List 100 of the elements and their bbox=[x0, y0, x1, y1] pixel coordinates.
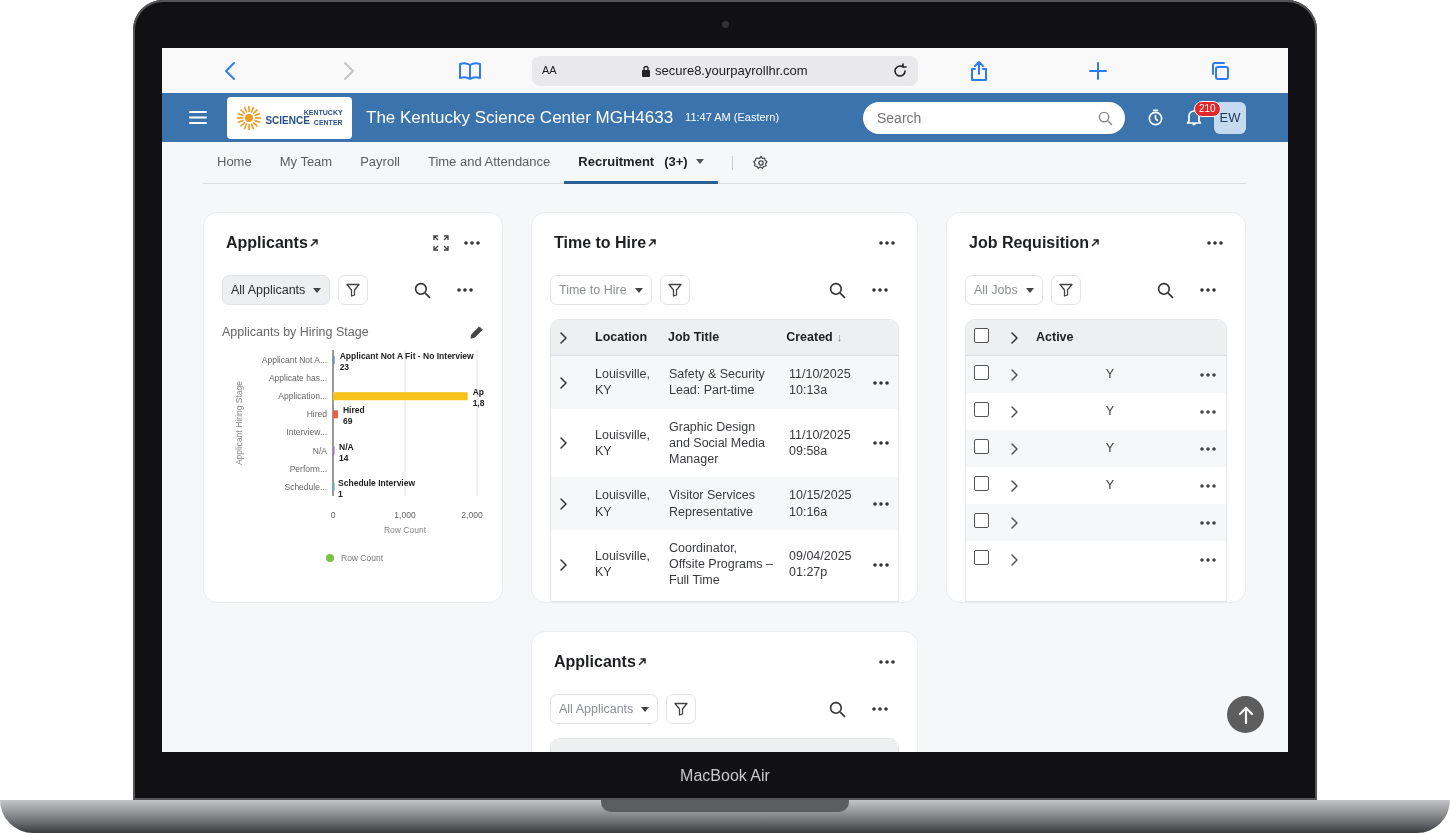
table-cell: Louisville, KY bbox=[595, 427, 650, 458]
widget-title[interactable]: Time to Hire bbox=[550, 231, 657, 255]
back-icon[interactable] bbox=[224, 60, 236, 81]
filter-button[interactable] bbox=[666, 694, 697, 724]
settings-icon[interactable] bbox=[752, 154, 769, 171]
expand-icon[interactable] bbox=[559, 498, 567, 511]
reload-icon[interactable] bbox=[892, 62, 908, 79]
more-icon[interactable] bbox=[879, 241, 895, 245]
more-icon[interactable] bbox=[464, 241, 480, 245]
search-icon[interactable] bbox=[829, 700, 846, 718]
nav-tab[interactable]: Time and Attendance bbox=[413, 142, 565, 184]
expand-icon[interactable] bbox=[1010, 406, 1018, 419]
expand-icon[interactable] bbox=[559, 332, 567, 345]
checkbox[interactable] bbox=[974, 327, 989, 343]
nav-tab[interactable]: My Team bbox=[265, 142, 347, 184]
more-icon[interactable] bbox=[1200, 288, 1216, 292]
axis-tick-label: Applicant Not A... bbox=[261, 354, 327, 365]
scroll-top-button[interactable] bbox=[1227, 696, 1264, 733]
more-icon[interactable] bbox=[873, 502, 889, 507]
expand-icon[interactable] bbox=[432, 234, 450, 252]
data-label: 69 bbox=[342, 416, 353, 427]
plus-icon[interactable] bbox=[1089, 61, 1107, 80]
more-icon[interactable] bbox=[1200, 410, 1216, 415]
more-icon[interactable] bbox=[872, 288, 888, 292]
more-icon[interactable] bbox=[872, 707, 888, 711]
app-title: The Kentucky Science Center MGH4633 bbox=[366, 106, 674, 129]
expand-icon[interactable] bbox=[1010, 369, 1018, 382]
filter-dropdown[interactable]: All Applicants bbox=[222, 275, 331, 305]
menu-icon[interactable] bbox=[189, 110, 207, 125]
column-header[interactable]: Location bbox=[595, 329, 648, 346]
checkbox[interactable] bbox=[974, 401, 989, 417]
more-icon[interactable] bbox=[1207, 241, 1223, 245]
widget-title[interactable]: Job Requisition bbox=[965, 231, 1099, 255]
axis-tick-label: Schedule... bbox=[284, 481, 327, 492]
data-label: Applicant Not A Fit - No Interview bbox=[339, 350, 474, 361]
expand-icon[interactable] bbox=[1010, 554, 1018, 567]
more-icon[interactable] bbox=[1200, 447, 1216, 452]
filter-button[interactable] bbox=[338, 275, 369, 305]
expand-icon[interactable] bbox=[1010, 480, 1018, 493]
table-cell: Louisville, KY bbox=[595, 548, 650, 580]
more-icon[interactable] bbox=[1200, 373, 1216, 378]
chart-subtitle: Applicants by Hiring Stage bbox=[222, 324, 369, 341]
device-label: MacBook Air bbox=[680, 766, 770, 786]
timer-icon[interactable] bbox=[1147, 109, 1164, 126]
tabs-icon[interactable] bbox=[1210, 60, 1230, 81]
address-bar[interactable]: AA secure8.yourpayrollhr.com bbox=[532, 55, 918, 86]
expand-icon[interactable] bbox=[559, 376, 567, 389]
table-cell: Louisville, KY bbox=[595, 367, 650, 398]
more-icon[interactable] bbox=[873, 380, 889, 385]
nav-tab[interactable]: Recruitment (3+) bbox=[564, 142, 718, 184]
widget-title[interactable]: Applicants bbox=[550, 650, 646, 674]
nav-tab[interactable]: Home bbox=[203, 142, 266, 184]
more-icon[interactable] bbox=[879, 660, 895, 664]
axis-tick-label: Interview... bbox=[286, 427, 327, 438]
axis-tick-label: 2,000 bbox=[461, 509, 483, 520]
caret-icon bbox=[641, 706, 650, 712]
checkbox[interactable] bbox=[974, 475, 989, 491]
book-icon[interactable] bbox=[458, 60, 482, 81]
column-header[interactable]: Job Title bbox=[668, 329, 720, 346]
column-header[interactable]: Active bbox=[1036, 329, 1074, 346]
search-icon[interactable] bbox=[1157, 281, 1174, 299]
search-icon[interactable] bbox=[414, 281, 431, 299]
share-icon[interactable] bbox=[970, 59, 988, 82]
axis-tick-label: 0 bbox=[330, 509, 336, 520]
table-cell: 09/04/2025 01:27p bbox=[789, 548, 852, 580]
search-field[interactable]: Search bbox=[863, 101, 1125, 134]
axis-tick-label: N/A bbox=[312, 445, 327, 456]
checkbox[interactable] bbox=[974, 438, 989, 454]
expand-icon[interactable] bbox=[559, 558, 567, 571]
axis-title: Row Count bbox=[383, 524, 427, 535]
checkbox[interactable] bbox=[974, 549, 989, 565]
nav-tab[interactable]: Payroll bbox=[346, 142, 414, 184]
avatar[interactable]: EW bbox=[1214, 101, 1246, 134]
widget-title[interactable]: Applicants bbox=[222, 231, 318, 255]
data-label: Schedule Interview bbox=[338, 477, 416, 488]
filter-icon bbox=[667, 283, 682, 297]
more-icon[interactable] bbox=[457, 288, 473, 292]
text-size-button[interactable]: AA bbox=[542, 62, 557, 79]
more-icon[interactable] bbox=[873, 441, 889, 446]
filter-dropdown[interactable]: All Jobs bbox=[965, 275, 1043, 305]
checkbox[interactable] bbox=[974, 364, 989, 380]
more-icon[interactable] bbox=[1200, 521, 1216, 526]
filter-button[interactable] bbox=[659, 275, 690, 305]
expand-icon[interactable] bbox=[1010, 517, 1018, 530]
notification-count: 210 bbox=[1194, 101, 1221, 117]
axis-tick-label: Applicate has... bbox=[268, 372, 327, 383]
more-icon[interactable] bbox=[873, 562, 889, 567]
expand-icon[interactable] bbox=[559, 437, 567, 450]
table-cell: 10/15/2025 10:16a bbox=[789, 488, 852, 519]
column-header[interactable]: Created bbox=[786, 329, 833, 346]
expand-icon[interactable] bbox=[1010, 332, 1018, 345]
checkbox[interactable] bbox=[974, 512, 989, 528]
more-icon[interactable] bbox=[1200, 484, 1216, 489]
edit-icon[interactable] bbox=[469, 324, 484, 340]
filter-button[interactable] bbox=[1050, 275, 1081, 305]
data-label: 1,8 bbox=[472, 397, 485, 408]
axis-title: Applicant Hiring Stage bbox=[234, 380, 244, 465]
search-icon[interactable] bbox=[829, 281, 846, 299]
expand-icon[interactable] bbox=[1010, 443, 1018, 456]
more-icon[interactable] bbox=[1200, 558, 1216, 563]
